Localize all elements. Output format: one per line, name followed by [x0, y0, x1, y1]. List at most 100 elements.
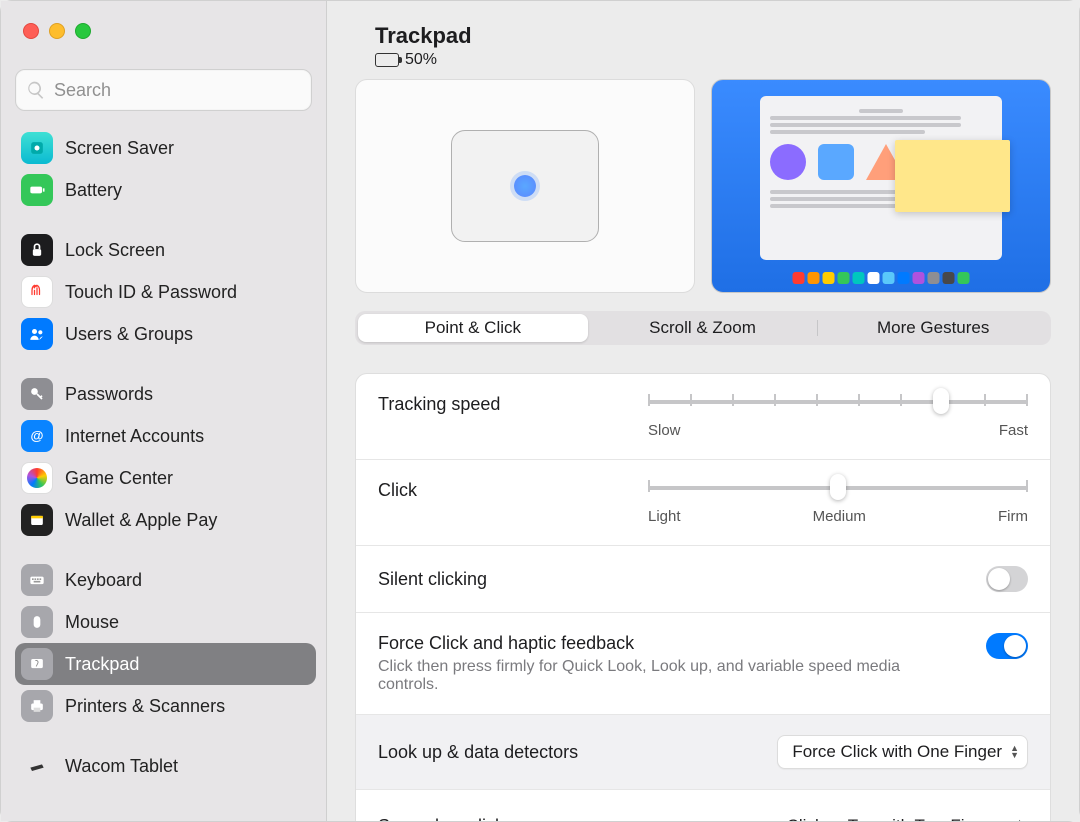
force-click-label: Force Click and haptic feedback	[378, 633, 938, 654]
chevron-up-down-icon: ▲▼	[1015, 819, 1024, 821]
tab-bar: Point & Click Scroll & Zoom More Gesture…	[355, 311, 1051, 345]
at-icon: @	[21, 420, 53, 452]
page-title: Trackpad	[375, 23, 1051, 49]
tracking-speed-slider[interactable]: Slow Fast	[648, 394, 1028, 439]
secondary-click-select[interactable]: Click or Tap with Two Fingers ▲▼	[773, 810, 1028, 821]
mouse-icon	[21, 606, 53, 638]
click-slider[interactable]: Light Medium Firm	[648, 480, 1028, 525]
search-field[interactable]	[15, 69, 312, 111]
click-label: Click	[378, 480, 417, 501]
sidebar-item-label: Battery	[65, 180, 122, 201]
trackpad-preview	[355, 79, 695, 293]
sidebar-item-users-groups[interactable]: Users & Groups	[15, 313, 316, 355]
sidebar-item-label: Trackpad	[65, 654, 139, 675]
tablet-icon	[21, 750, 53, 782]
secondary-click-label: Secondary click	[378, 816, 504, 822]
fingerprint-icon	[21, 276, 53, 308]
settings-panel: Tracking speed Slow Fast Click	[355, 373, 1051, 821]
tab-scroll-zoom[interactable]: Scroll & Zoom	[588, 314, 818, 342]
sidebar-item-label: Game Center	[65, 468, 173, 489]
window-titlebar	[1, 1, 326, 61]
slider-min-label: Slow	[648, 422, 681, 439]
sidebar-item-wallet[interactable]: Wallet & Apple Pay	[15, 499, 316, 541]
svg-text:@: @	[31, 428, 44, 443]
sidebar-item-mouse[interactable]: Mouse	[15, 601, 316, 643]
battery-level-icon	[375, 53, 399, 67]
key-icon	[21, 378, 53, 410]
slider-label-medium: Medium	[813, 508, 866, 525]
slider-label-light: Light	[648, 508, 681, 525]
tab-label: More Gestures	[877, 318, 989, 338]
preview-row	[355, 79, 1051, 293]
sidebar-item-wacom[interactable]: Wacom Tablet	[15, 745, 316, 787]
users-icon	[21, 318, 53, 350]
page-header: Trackpad 50%	[375, 23, 1051, 69]
tracking-speed-label: Tracking speed	[378, 394, 500, 415]
slider-max-label: Fast	[999, 422, 1028, 439]
sidebar: Screen Saver Battery Lock Screen Touch I…	[1, 1, 327, 821]
sidebar-item-label: Wallet & Apple Pay	[65, 510, 217, 531]
keyboard-icon	[21, 564, 53, 596]
look-up-select[interactable]: Force Click with One Finger ▲▼	[777, 735, 1028, 769]
search-input[interactable]	[54, 80, 301, 101]
sidebar-item-label: Lock Screen	[65, 240, 165, 261]
sidebar-list: Screen Saver Battery Lock Screen Touch I…	[1, 123, 326, 821]
wallet-icon	[21, 504, 53, 536]
sidebar-item-battery[interactable]: Battery	[15, 169, 316, 211]
dock-icons	[793, 272, 970, 284]
screen-saver-icon	[21, 132, 53, 164]
battery-icon	[21, 174, 53, 206]
sidebar-item-label: Printers & Scanners	[65, 696, 225, 717]
sidebar-item-game-center[interactable]: Game Center	[15, 457, 316, 499]
lock-icon	[21, 234, 53, 266]
sidebar-item-label: Screen Saver	[65, 138, 174, 159]
gesture-preview	[711, 79, 1051, 293]
row-tracking-speed: Tracking speed Slow Fast	[356, 374, 1050, 460]
look-up-label: Look up & data detectors	[378, 742, 578, 763]
sidebar-item-label: Wacom Tablet	[65, 756, 178, 777]
sidebar-item-label: Mouse	[65, 612, 119, 633]
gamecenter-icon	[21, 462, 53, 494]
force-click-switch[interactable]	[986, 633, 1028, 659]
battery-status: 50%	[375, 51, 1051, 69]
sidebar-item-trackpad[interactable]: Trackpad	[15, 643, 316, 685]
silent-clicking-label: Silent clicking	[378, 569, 487, 590]
minimize-button[interactable]	[49, 23, 65, 39]
tab-more-gestures[interactable]: More Gestures	[818, 314, 1048, 342]
select-value: Click or Tap with Two Fingers	[787, 816, 1007, 821]
sidebar-item-label: Users & Groups	[65, 324, 193, 345]
sidebar-item-passwords[interactable]: Passwords	[15, 373, 316, 415]
silent-clicking-switch[interactable]	[986, 566, 1028, 592]
sidebar-item-label: Touch ID & Password	[65, 282, 237, 303]
tab-point-click[interactable]: Point & Click	[358, 314, 588, 342]
row-look-up: Look up & data detectors Force Click wit…	[356, 715, 1050, 790]
select-value: Force Click with One Finger	[792, 742, 1002, 762]
sidebar-item-touch-id[interactable]: Touch ID & Password	[15, 271, 316, 313]
battery-percent: 50%	[405, 51, 437, 69]
row-click: Click Light Medium Firm	[356, 460, 1050, 546]
row-secondary-click: Secondary click Click or Tap with Two Fi…	[356, 790, 1050, 821]
sidebar-item-label: Keyboard	[65, 570, 142, 591]
row-force-click: Force Click and haptic feedback Click th…	[356, 613, 1050, 715]
close-button[interactable]	[23, 23, 39, 39]
trackpad-shape	[451, 130, 599, 242]
sidebar-item-printers[interactable]: Printers & Scanners	[15, 685, 316, 727]
search-icon	[26, 80, 46, 100]
slider-label-firm: Firm	[998, 508, 1028, 525]
sidebar-item-label: Internet Accounts	[65, 426, 204, 447]
tab-label: Scroll & Zoom	[649, 318, 756, 338]
main-content: Trackpad 50%	[327, 1, 1079, 821]
force-click-desc: Click then press firmly for Quick Look, …	[378, 658, 938, 694]
sidebar-item-label: Passwords	[65, 384, 153, 405]
zoom-button[interactable]	[75, 23, 91, 39]
row-silent-clicking: Silent clicking	[356, 546, 1050, 613]
sidebar-item-internet-accounts[interactable]: @ Internet Accounts	[15, 415, 316, 457]
touch-indicator	[514, 175, 536, 197]
trackpad-icon	[21, 648, 53, 680]
sidebar-item-screen-saver[interactable]: Screen Saver	[15, 127, 316, 169]
tab-label: Point & Click	[425, 318, 521, 338]
chevron-up-down-icon: ▲▼	[1010, 745, 1019, 759]
sidebar-item-keyboard[interactable]: Keyboard	[15, 559, 316, 601]
sidebar-item-lock-screen[interactable]: Lock Screen	[15, 229, 316, 271]
printer-icon	[21, 690, 53, 722]
